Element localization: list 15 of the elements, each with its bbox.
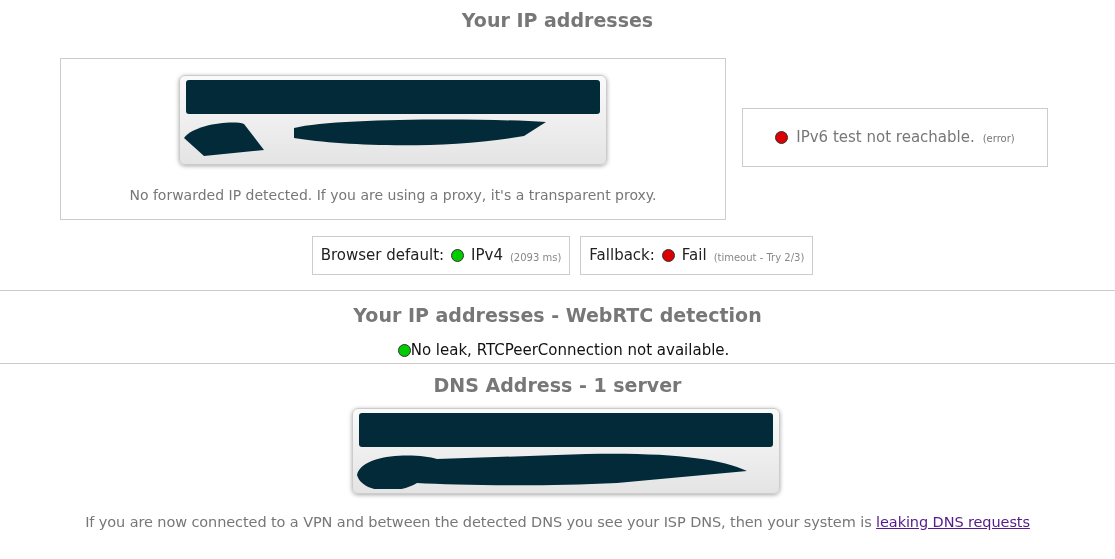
dns-leak-note: If you are now connected to a VPN and between the detected DNS you see your ISP DNS, then your system is leaking DNS requests	[84, 513, 1031, 532]
test-result: IPv4	[471, 245, 503, 267]
section-title: Your IP addresses - WebRTC detection	[352, 303, 763, 328]
ipv6-status-detail: (error)	[982, 132, 1015, 146]
test-result: Fail	[681, 245, 707, 267]
section-title: Your IP addresses	[460, 8, 655, 33]
section-title: DNS Address - 1 server	[432, 372, 683, 398]
test-detail: (timeout - Try 2/3)	[713, 250, 805, 265]
ipv6-status-text: IPv6 test not reachable.	[796, 127, 975, 149]
test-label: Browser default:	[320, 245, 445, 267]
test-label: Fallback:	[589, 245, 655, 267]
test-detail: (2093 ms)	[509, 250, 562, 265]
leaking-dns-link[interactable]: leaking DNS requests	[876, 514, 1030, 530]
forwarded-ip-note: No forwarded IP detected. If you are using a proxy, it's a transparent proxy.	[129, 186, 657, 205]
webrtc-status-text: No leak, RTCPeerConnection not available.	[410, 340, 730, 362]
